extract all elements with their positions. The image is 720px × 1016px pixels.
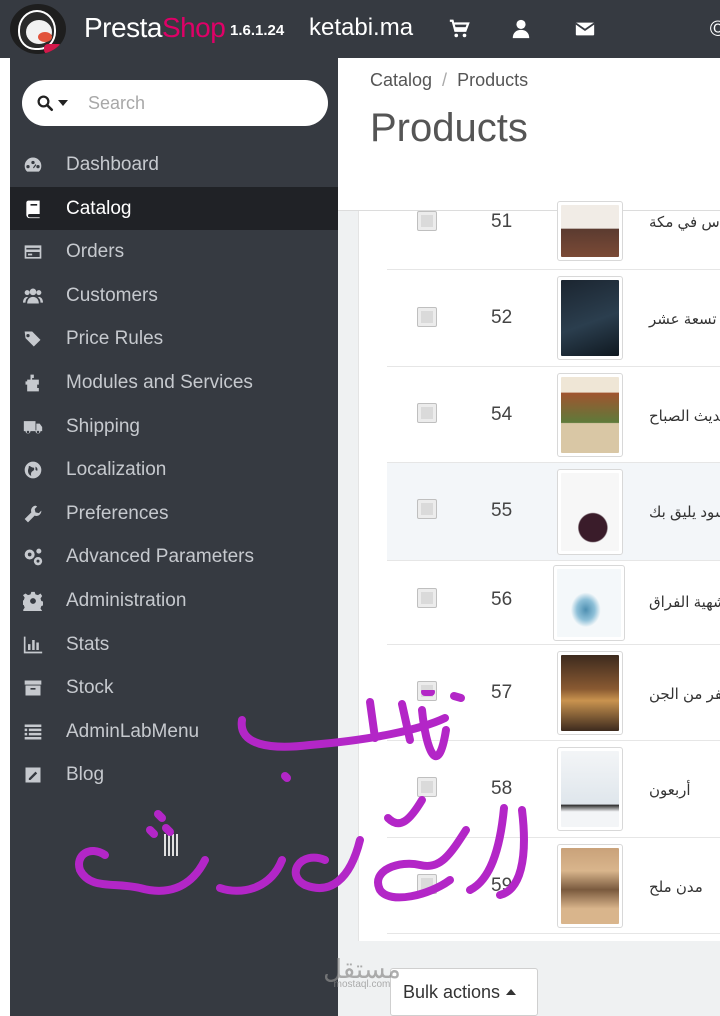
mostaql-watermark: مستقل mostaql.com	[314, 955, 410, 990]
sidebar-item-shipping[interactable]: Shipping	[10, 405, 338, 449]
admin-header: PrestaShop 1.6.1.24 ketabi.ma ©	[0, 0, 720, 58]
bulk-actions-label: Bulk actions	[403, 981, 501, 1002]
list-icon	[22, 721, 44, 743]
page-header: Catalog / Products Products	[338, 58, 720, 211]
product-name[interactable]: مدن ملح	[649, 878, 703, 896]
sidebar-item-label: Advanced Parameters	[66, 546, 254, 568]
product-name[interactable]: نفر من الجن	[649, 685, 720, 703]
shop-name-link[interactable]: ketabi.ma	[309, 14, 413, 42]
globe-icon	[22, 459, 44, 481]
product-name[interactable]: شهية الفراق	[649, 593, 720, 611]
brand-part-shop: Shop	[161, 12, 226, 43]
product-name[interactable]: حديث الصباح	[649, 407, 720, 425]
sidebar-item-price-rules[interactable]: Price Rules	[10, 317, 338, 361]
product-thumbnail	[557, 651, 623, 735]
sidebar-item-label: Catalog	[66, 197, 132, 219]
product-thumbnail	[557, 844, 623, 928]
sidebar-item-dashboard[interactable]: Dashboard	[10, 143, 338, 187]
tags-icon	[22, 328, 44, 350]
truck-icon	[22, 416, 44, 438]
user-icon[interactable]	[508, 16, 534, 42]
search-icon[interactable]	[36, 94, 54, 112]
product-thumbnail	[557, 276, 623, 360]
sidebar-item-advanced-parameters[interactable]: Advanced Parameters	[10, 535, 338, 579]
sidebar-item-label: Modules and Services	[66, 371, 253, 393]
breadcrumb-catalog[interactable]: Catalog	[370, 70, 432, 90]
puzzle-icon	[22, 372, 44, 394]
sidebar-search	[22, 80, 328, 126]
sidebar-item-localization[interactable]: Localization	[10, 448, 338, 492]
product-name[interactable]: ناس في مكة	[649, 213, 720, 231]
product-id: 52	[491, 307, 513, 328]
table-row[interactable]: 56 شهية الفراق	[387, 561, 720, 645]
row-checkbox[interactable]	[417, 588, 437, 608]
product-thumbnail	[557, 747, 623, 831]
edit-icon	[22, 764, 44, 786]
table-row[interactable]: 51 ناس في مكة	[387, 201, 720, 270]
header-overflow-icon[interactable]: ©	[710, 16, 720, 42]
users-icon	[22, 285, 44, 307]
chevron-down-icon[interactable]	[58, 100, 68, 106]
sidebar-item-label: Orders	[66, 241, 125, 263]
wrench-icon	[22, 503, 44, 525]
sidebar-item-label: Dashboard	[66, 154, 159, 175]
row-checkbox[interactable]	[417, 403, 437, 423]
product-name[interactable]: أسود يليق بك	[649, 503, 720, 521]
book-icon	[22, 198, 44, 220]
product-id: 55	[491, 500, 513, 521]
sidebar-item-label: Localization	[66, 459, 167, 481]
sidebar-item-label: Administration	[66, 589, 187, 611]
prestashop-logo[interactable]	[10, 4, 66, 54]
brand-part-presta: Presta	[84, 12, 162, 43]
search-input[interactable]	[88, 92, 288, 114]
table-row[interactable]: 55 أسود يليق بك	[387, 463, 720, 561]
breadcrumb-separator: /	[442, 70, 448, 90]
sidebar-item-orders[interactable]: Orders	[10, 230, 338, 274]
bulk-actions-button[interactable]: Bulk actions	[390, 968, 538, 1016]
sidebar-item-preferences[interactable]: Preferences	[10, 492, 338, 536]
product-id: 54	[491, 404, 513, 425]
sidebar-item-catalog[interactable]: Catalog	[10, 186, 338, 231]
dashboard-icon	[22, 154, 44, 176]
archive-icon	[22, 677, 44, 699]
breadcrumb-products: Products	[457, 70, 529, 90]
window-edge	[0, 58, 10, 1016]
envelope-icon[interactable]	[572, 16, 598, 42]
row-checkbox[interactable]	[417, 307, 437, 327]
credit-card-icon	[22, 241, 44, 263]
sidebar-item-label: Shipping	[66, 415, 140, 437]
row-checkbox[interactable]	[417, 211, 437, 231]
sidebar-item-modules[interactable]: Modules and Services	[10, 361, 338, 405]
row-checkbox[interactable]	[417, 499, 437, 519]
product-thumbnail	[553, 565, 625, 641]
sidebar-item-label: Price Rules	[66, 328, 164, 350]
brand-name[interactable]: PrestaShop	[84, 12, 226, 44]
sidebar-item-customers[interactable]: Customers	[10, 274, 338, 318]
product-thumbnail	[557, 373, 623, 457]
caret-up-icon	[506, 989, 517, 995]
product-id: 56	[491, 589, 513, 610]
table-row[interactable]: 52 تسعة عشر	[387, 270, 720, 367]
product-thumbnail	[557, 201, 623, 261]
sidebar-item-stats[interactable]: Stats	[10, 623, 338, 667]
cart-icon[interactable]	[446, 16, 472, 42]
version-label: 1.6.1.24	[230, 22, 285, 39]
cog-icon	[22, 590, 44, 612]
product-id: 51	[491, 211, 513, 232]
sidebar-item-label: Stats	[66, 633, 110, 655]
product-name[interactable]: تسعة عشر	[649, 310, 717, 328]
handwritten-signature	[70, 688, 540, 910]
sidebar-item-administration[interactable]: Administration	[10, 579, 338, 623]
breadcrumb: Catalog / Products	[370, 70, 528, 91]
product-name[interactable]: أربعون	[649, 781, 691, 799]
sidebar-item-label: Preferences	[66, 502, 169, 524]
watermark-latin: mostaql.com	[333, 979, 391, 990]
page-title: Products	[370, 106, 528, 150]
bar-chart-icon	[22, 634, 44, 656]
table-row[interactable]: 54 حديث الصباح	[387, 367, 720, 463]
product-thumbnail	[557, 469, 623, 555]
sidebar-item-label: Customers	[66, 284, 158, 306]
cogs-icon	[22, 546, 44, 568]
